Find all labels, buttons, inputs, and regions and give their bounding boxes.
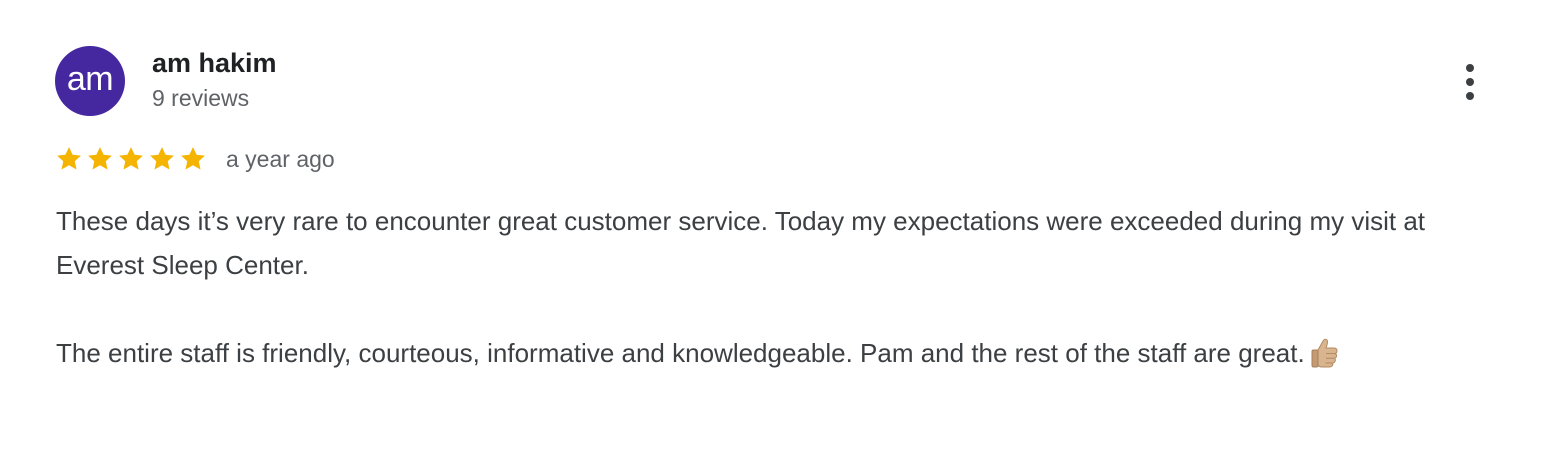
- review-paragraph-text: The entire staff is friendly, courteous,…: [56, 338, 1305, 368]
- review-date: a year ago: [226, 146, 335, 172]
- thumbs-up-icon: [1309, 336, 1341, 381]
- rating-row: a year ago: [54, 142, 335, 176]
- avatar-initials: am: [66, 59, 114, 98]
- star-icon: [119, 147, 143, 170]
- more-vertical-icon-dot: [1466, 92, 1474, 100]
- more-vertical-icon-dot: [1466, 78, 1474, 86]
- star-icon: [181, 147, 205, 170]
- more-vertical-icon: [1466, 64, 1474, 72]
- star-icon: [150, 147, 174, 170]
- review-paragraph: The entire staff is friendly, courteous,…: [56, 331, 1476, 381]
- author-name[interactable]: am hakim: [152, 46, 277, 80]
- star-icon: [88, 147, 112, 170]
- more-options-button[interactable]: [1450, 60, 1490, 104]
- review-card: am am hakim 9 reviews a year ago These d…: [0, 0, 1554, 458]
- review-paragraph: These days it’s very rare to encounter g…: [56, 206, 1426, 280]
- review-text: These days it’s very rare to encounter g…: [56, 199, 1476, 381]
- author-review-count: 9 reviews: [152, 85, 250, 111]
- star-icon: [57, 147, 81, 170]
- star-rating: [54, 144, 208, 174]
- avatar[interactable]: am: [55, 46, 125, 116]
